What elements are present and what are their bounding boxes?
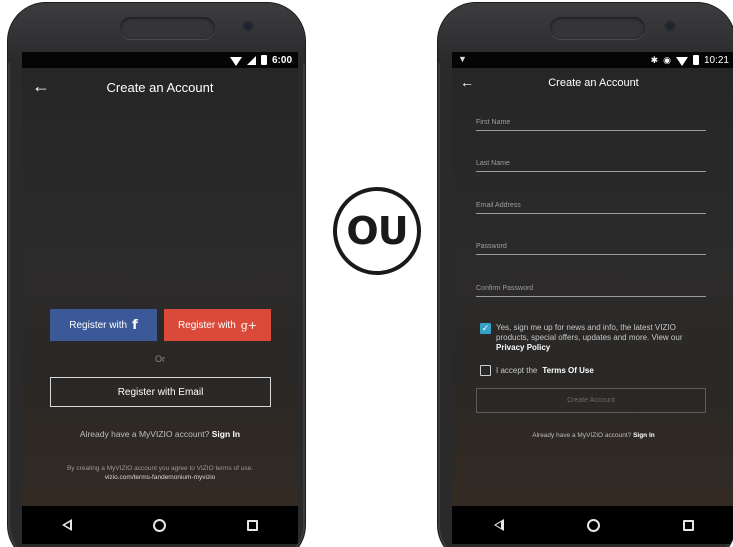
privacy-policy-link[interactable]: Privacy Policy — [496, 343, 550, 352]
newsletter-text: Yes, sign me up for news and info, the l… — [496, 323, 705, 353]
wifi-icon — [229, 56, 242, 66]
status-time: 6:00 — [271, 54, 292, 66]
terms-of-use-link[interactable]: Terms Of Use — [542, 366, 593, 376]
terms-option: I accept the Terms Of Use — [480, 365, 705, 376]
sign-in-prompt: Already have a MyVIZIO account? Sign In — [452, 432, 733, 439]
page-title: Create an Account — [106, 80, 214, 95]
right-phone-screen: ▼ ✱ ◉ 10:21 ← Create an Account First Na… — [452, 52, 733, 544]
register-facebook-button[interactable]: Register with f — [50, 309, 157, 341]
page-title: Create an Account — [548, 77, 639, 89]
email-field[interactable]: Email Address — [476, 202, 706, 214]
left-phone-screen: 6:00 ← Create an Account Register with f… — [22, 52, 298, 544]
google-plus-icon: g+ — [240, 318, 258, 332]
terms-checkbox[interactable] — [480, 365, 491, 376]
signal-icon — [246, 55, 256, 65]
right-phone-frame: ▼ ✱ ◉ 10:21 ← Create an Account First Na… — [438, 3, 733, 547]
android-nav-bar — [22, 506, 298, 544]
sign-in-prompt: Already have a MyVIZIO account? Sign In — [22, 429, 298, 439]
password-field[interactable]: Password — [476, 243, 706, 255]
wifi-icon — [675, 56, 688, 66]
sign-in-link[interactable]: Sign In — [633, 432, 655, 439]
bluetooth-icon: ✱ — [650, 54, 659, 65]
terms-url-link[interactable]: vizio.com/terms-fandemonium-myvizio — [22, 473, 298, 482]
nav-recents-icon[interactable] — [246, 519, 258, 531]
nav-back-icon[interactable] — [493, 519, 504, 531]
nav-back-icon[interactable] — [62, 519, 73, 531]
confirm-password-field[interactable]: Confirm Password — [476, 285, 706, 297]
phone-speaker — [550, 17, 645, 39]
status-time: 10:21 — [703, 54, 729, 66]
already-account-text: Already have a MyVIZIO account? — [79, 429, 210, 439]
terms-text: By creating a MyVIZIO account you agree … — [66, 465, 254, 472]
vibrate-icon: ◉ — [663, 54, 671, 65]
nav-home-icon[interactable] — [152, 518, 166, 532]
register-screen: ← Create an Account Register with f Regi… — [22, 68, 298, 506]
newsletter-label: Yes, sign me up for news and info, the l… — [496, 323, 683, 342]
already-account-text: Already have a MyVIZIO account? — [532, 432, 632, 439]
phone-speaker — [120, 17, 215, 39]
battery-icon — [692, 55, 699, 65]
phone-camera — [244, 22, 252, 30]
last-name-field[interactable]: Last Name — [476, 160, 706, 172]
register-google-label: Register with — [177, 319, 236, 331]
newsletter-option: ✓ Yes, sign me up for news and info, the… — [480, 323, 705, 353]
notification-icon: ▼ — [458, 54, 467, 64]
newsletter-checkbox[interactable]: ✓ — [480, 323, 491, 334]
nav-home-icon[interactable] — [586, 518, 600, 532]
first-name-field[interactable]: First Name — [476, 119, 706, 131]
accept-terms-label: I accept the — [496, 365, 538, 375]
register-facebook-label: Register with — [69, 319, 128, 331]
create-account-button[interactable]: Create Account — [476, 388, 706, 413]
battery-icon — [260, 55, 267, 65]
ou-badge: OU — [333, 187, 421, 275]
status-bar: ▼ ✱ ◉ 10:21 — [452, 52, 733, 68]
left-phone-frame: 6:00 ← Create an Account Register with f… — [8, 3, 305, 547]
create-account-form-screen: ← Create an Account First Name Last Name… — [452, 68, 733, 506]
register-email-button[interactable]: Register with Email — [50, 377, 271, 407]
terms-notice: By creating a MyVIZIO account you agree … — [22, 464, 298, 482]
status-bar: 6:00 — [22, 52, 298, 68]
or-divider: Or — [155, 354, 165, 364]
android-nav-bar — [452, 506, 733, 544]
facebook-icon: f — [132, 317, 138, 333]
sign-in-link[interactable]: Sign In — [212, 429, 240, 439]
register-google-button[interactable]: Register with g+ — [164, 309, 271, 341]
phone-camera — [666, 22, 674, 30]
nav-recents-icon[interactable] — [682, 519, 694, 531]
